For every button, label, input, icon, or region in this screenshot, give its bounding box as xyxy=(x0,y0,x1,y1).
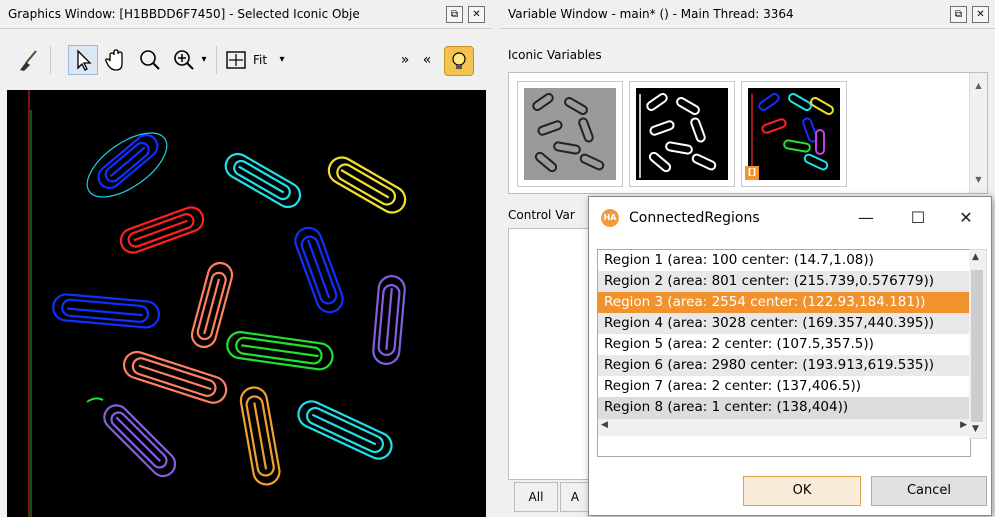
collapse-toolbar-icon[interactable]: « xyxy=(418,46,436,74)
zoom-in-icon[interactable] xyxy=(170,46,198,74)
list-item[interactable]: Region 2 (area: 801 center: (215.739,0.5… xyxy=(598,271,970,292)
scroll-down-icon[interactable]: ▼ xyxy=(972,173,985,186)
cancel-button[interactable]: Cancel xyxy=(871,476,987,506)
variable-window-title: Variable Window - main* () - Main Thread… xyxy=(508,7,794,21)
close-window-button[interactable]: ✕ xyxy=(972,6,989,23)
scroll-up-icon[interactable]: ▲ xyxy=(972,252,979,262)
iconic-variables-panel: [] ▲ ▼ xyxy=(508,72,988,194)
iconic-thumbnail-image[interactable] xyxy=(517,81,623,187)
float-window-button[interactable]: ⧉ xyxy=(446,6,463,23)
list-item-selected[interactable]: Region 3 (area: 2554 center: (122.93,184… xyxy=(598,292,970,313)
variable-window-titlebar[interactable]: Variable Window - main* () - Main Thread… xyxy=(500,0,995,29)
fit-dropdown-chevron-icon[interactable]: ▾ xyxy=(274,46,290,74)
ok-button[interactable]: OK xyxy=(743,476,861,506)
connected-regions-dialog: HA ConnectedRegions — ☐ ✕ Region 1 (area… xyxy=(588,196,992,516)
float-window-button[interactable]: ⧉ xyxy=(950,6,967,23)
scroll-down-icon[interactable]: ▼ xyxy=(972,424,979,434)
region-list[interactable]: Region 1 (area: 100 center: (14.7,1.08))… xyxy=(597,249,971,457)
graphics-window: Graphics Window: [H1BBDD6F7450] - Select… xyxy=(0,0,492,517)
selected-badge-icon: [] xyxy=(745,166,759,180)
fit-window-icon[interactable] xyxy=(222,46,250,74)
image-canvas[interactable] xyxy=(7,90,486,517)
graphics-toolbar: ▾ Fit ▾ » « xyxy=(0,34,492,86)
connected-regions-thumbnail-image[interactable]: [] xyxy=(741,81,847,187)
list-item[interactable]: Region 4 (area: 3028 center: (169.357,44… xyxy=(598,313,970,334)
list-item[interactable]: Region 5 (area: 2 center: (107.5,357.5)) xyxy=(598,334,970,355)
expand-toolbar-icon[interactable]: » xyxy=(396,46,414,74)
iconic-variables-label: Iconic Variables xyxy=(508,48,602,62)
tab-all[interactable]: All xyxy=(514,482,558,512)
scroll-left-icon[interactable]: ◀ xyxy=(601,420,608,430)
maximize-icon[interactable]: ☐ xyxy=(903,205,933,231)
list-item[interactable]: Region 6 (area: 2980 center: (193.913,61… xyxy=(598,355,970,376)
dialog-titlebar[interactable]: HA ConnectedRegions — ☐ ✕ xyxy=(589,197,991,241)
pan-hand-icon[interactable] xyxy=(102,46,130,74)
horizontal-scrollbar[interactable]: ◀ ▶ xyxy=(598,418,970,436)
scroll-thumb[interactable] xyxy=(971,270,983,422)
lightbulb-icon[interactable] xyxy=(444,46,474,76)
scroll-right-icon[interactable]: ▶ xyxy=(960,420,967,430)
iconic-vertical-scrollbar[interactable]: ▲ ▼ xyxy=(969,73,987,193)
dialog-title: ConnectedRegions xyxy=(629,210,760,226)
list-item[interactable]: Region 1 (area: 100 center: (14.7,1.08)) xyxy=(598,250,970,271)
pointer-icon[interactable] xyxy=(68,45,98,75)
list-item[interactable]: Region 7 (area: 2 center: (137,406.5)) xyxy=(598,376,970,397)
minimize-icon[interactable]: — xyxy=(851,205,881,231)
zoom-dropdown-chevron-icon[interactable]: ▾ xyxy=(196,46,212,74)
zoom-icon[interactable] xyxy=(136,46,164,74)
list-item[interactable]: Region 8 (area: 1 center: (138,404)) xyxy=(598,397,970,418)
threshold-thumbnail-image[interactable] xyxy=(629,81,735,187)
close-icon[interactable]: ✕ xyxy=(951,205,981,231)
clear-window-icon[interactable] xyxy=(14,46,42,74)
tab-auto[interactable]: A xyxy=(560,482,590,512)
list-vertical-scrollbar[interactable]: ▲ ▼ xyxy=(969,249,987,439)
graphics-window-titlebar[interactable]: Graphics Window: [H1BBDD6F7450] - Select… xyxy=(0,0,492,29)
control-variables-label: Control Var xyxy=(508,208,575,222)
close-window-button[interactable]: ✕ xyxy=(468,6,485,23)
halcon-app-icon: HA xyxy=(601,209,619,227)
graphics-window-title: Graphics Window: [H1BBDD6F7450] - Select… xyxy=(8,7,360,21)
fit-label[interactable]: Fit xyxy=(248,46,272,74)
scroll-up-icon[interactable]: ▲ xyxy=(972,79,985,92)
